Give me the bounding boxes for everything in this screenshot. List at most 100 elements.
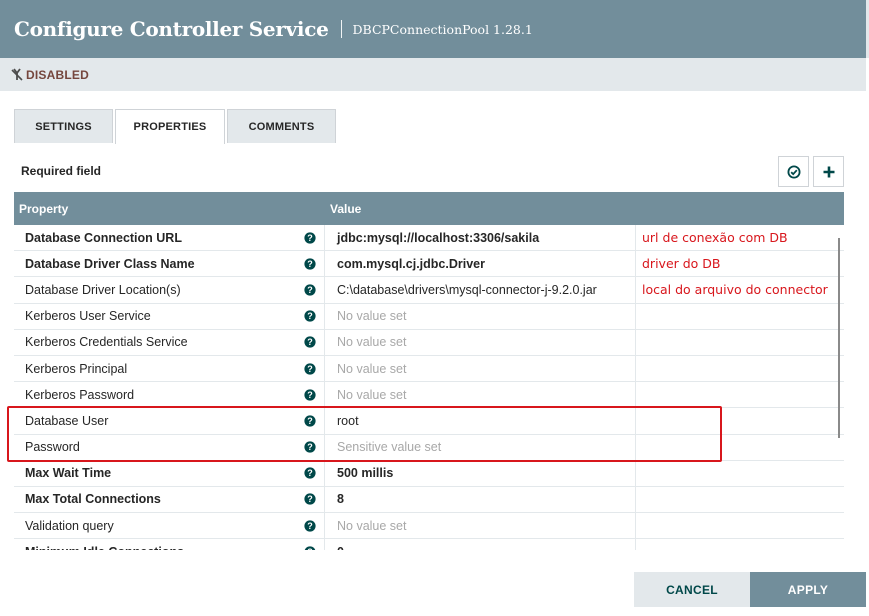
tab-settings[interactable]: SETTINGS xyxy=(14,109,113,143)
apply-button[interactable]: APPLY xyxy=(750,572,866,607)
svg-text:?: ? xyxy=(307,233,313,243)
help-icon[interactable]: ? xyxy=(304,520,316,532)
annotation-cell: url de conexão com DB xyxy=(636,225,844,250)
status-bar: DISABLED xyxy=(0,58,866,91)
help-icon[interactable]: ? xyxy=(304,546,316,550)
property-name-cell: Database Connection URL? xyxy=(14,225,325,251)
help-icon[interactable]: ? xyxy=(304,310,316,322)
property-value-cell[interactable]: No value set xyxy=(325,355,636,382)
property-value: C:\database\drivers\mysql-connector-j-9.… xyxy=(337,282,597,297)
property-name-cell: Kerberos Principal? xyxy=(14,355,325,382)
property-value: No value set xyxy=(337,309,407,324)
property-value-cell[interactable]: 0 xyxy=(325,539,636,550)
property-name-cell: Kerberos Password? xyxy=(14,382,325,408)
table-row[interactable]: Kerberos Credentials Service? No value se… xyxy=(14,329,844,356)
dialog-title: Configure Controller Service xyxy=(14,17,329,41)
svg-text:?: ? xyxy=(307,364,313,374)
table-header: Property Value xyxy=(14,192,844,225)
property-value: No value set xyxy=(337,518,407,533)
svg-text:?: ? xyxy=(307,521,313,531)
annotation-cell xyxy=(636,382,844,407)
table-row[interactable]: Kerberos User Service? No value set xyxy=(14,303,844,330)
property-value-cell[interactable]: No value set xyxy=(325,513,636,539)
svg-text:?: ? xyxy=(307,390,313,400)
dialog-subtitle: DBCPConnectionPool 1.28.1 xyxy=(352,21,533,37)
property-value: jdbc:mysql://localhost:3306/sakila xyxy=(337,230,540,245)
svg-text:?: ? xyxy=(307,285,313,295)
check-circle-icon xyxy=(787,165,800,178)
table-row[interactable]: Kerberos Password? No value set xyxy=(14,382,844,409)
property-value-cell[interactable]: No value set xyxy=(325,329,636,355)
annotation-cell xyxy=(636,487,844,512)
plus-icon xyxy=(823,166,834,177)
tab-bar: SETTINGS PROPERTIES COMMENTS xyxy=(14,109,338,144)
dialog-header: Configure Controller Service DBCPConnect… xyxy=(0,0,866,58)
property-value-cell[interactable]: 8 xyxy=(325,486,636,513)
property-name: Max Total Connections xyxy=(25,492,161,507)
help-icon[interactable]: ? xyxy=(304,231,316,244)
property-name: Validation query xyxy=(25,518,114,533)
help-icon[interactable]: ? xyxy=(304,389,316,401)
help-icon[interactable]: ? xyxy=(304,467,316,479)
help-icon[interactable]: ? xyxy=(304,336,316,348)
property-value-cell[interactable]: com.mysql.cj.jdbc.Driver xyxy=(325,251,636,277)
table-row[interactable]: Database Driver Location(s)? C:\database\… xyxy=(14,277,844,304)
property-value: No value set xyxy=(337,361,407,376)
property-name: Database Connection URL xyxy=(25,230,182,245)
property-name: Kerberos Principal xyxy=(25,361,128,376)
svg-text:?: ? xyxy=(307,311,313,321)
property-value: com.mysql.cj.jdbc.Driver xyxy=(337,256,485,271)
annotation-cell xyxy=(636,356,844,381)
table-scrollbar[interactable] xyxy=(838,238,840,438)
property-name-cell: Kerberos Credentials Service? xyxy=(14,329,325,355)
properties-table: Property Value Database Connection URL? j… xyxy=(14,192,844,550)
title-separator xyxy=(340,20,342,38)
handwritten-annotation: driver do DB xyxy=(642,256,721,272)
property-name-cell: Database Driver Class Name? xyxy=(14,251,325,277)
table-row[interactable]: Minimum Idle Connections? 0 xyxy=(14,539,844,550)
help-icon[interactable]: ? xyxy=(304,362,316,375)
disabled-icon xyxy=(10,67,24,82)
property-name: Kerberos Password xyxy=(25,387,135,402)
property-value: No value set xyxy=(337,335,407,350)
annotation-cell xyxy=(636,539,844,550)
table-row[interactable]: Max Wait Time? 500 millis xyxy=(14,460,844,487)
property-name-cell: Database Driver Location(s)? xyxy=(14,277,325,303)
table-row[interactable]: Database Driver Class Name? com.mysql.cj.… xyxy=(14,251,844,278)
property-name-cell: Max Total Connections? xyxy=(14,486,325,513)
verify-properties-button[interactable] xyxy=(778,156,809,187)
property-name-cell: Minimum Idle Connections? xyxy=(14,539,325,550)
annotation-cell xyxy=(636,304,844,329)
property-value-cell[interactable]: C:\database\drivers\mysql-connector-j-9.… xyxy=(325,277,636,303)
required-field-label: Required field xyxy=(21,164,102,178)
property-name: Kerberos User Service xyxy=(25,309,151,324)
column-header-property: Property xyxy=(19,201,69,216)
help-icon[interactable]: ? xyxy=(304,493,316,506)
cancel-button[interactable]: CANCEL xyxy=(634,572,750,607)
property-value-cell[interactable]: No value set xyxy=(325,303,636,329)
help-icon[interactable]: ? xyxy=(304,258,316,270)
tab-properties[interactable]: PROPERTIES xyxy=(115,109,225,144)
table-body: Database Connection URL? jdbc:mysql://loc… xyxy=(14,225,844,550)
property-value: No value set xyxy=(337,387,407,402)
property-name-cell: Max Wait Time? xyxy=(14,460,325,486)
status-label: DISABLED xyxy=(26,67,89,82)
property-value-cell[interactable]: 500 millis xyxy=(325,460,636,486)
table-row[interactable]: Validation query? No value set xyxy=(14,513,844,540)
table-row[interactable]: Max Total Connections? 8 xyxy=(14,486,844,514)
svg-text:?: ? xyxy=(307,259,313,269)
property-name: Database Driver Class Name xyxy=(25,256,195,271)
table-row[interactable]: Database Connection URL? jdbc:mysql://loc… xyxy=(14,225,844,252)
property-name-cell: Kerberos User Service? xyxy=(14,303,325,329)
annotation-cell: local do arquivo do connector xyxy=(636,277,844,302)
annotation-cell: driver do DB xyxy=(636,251,844,276)
help-icon[interactable]: ? xyxy=(304,284,316,296)
property-value-cell[interactable]: No value set xyxy=(325,382,636,408)
property-value-cell[interactable]: jdbc:mysql://localhost:3306/sakila xyxy=(325,225,636,251)
tab-comments[interactable]: COMMENTS xyxy=(227,109,336,143)
table-row[interactable]: Kerberos Principal? No value set xyxy=(14,355,844,383)
add-property-button[interactable] xyxy=(813,156,844,187)
column-header-value: Value xyxy=(330,201,362,216)
svg-text:?: ? xyxy=(307,547,313,550)
property-value: 500 millis xyxy=(337,466,394,481)
